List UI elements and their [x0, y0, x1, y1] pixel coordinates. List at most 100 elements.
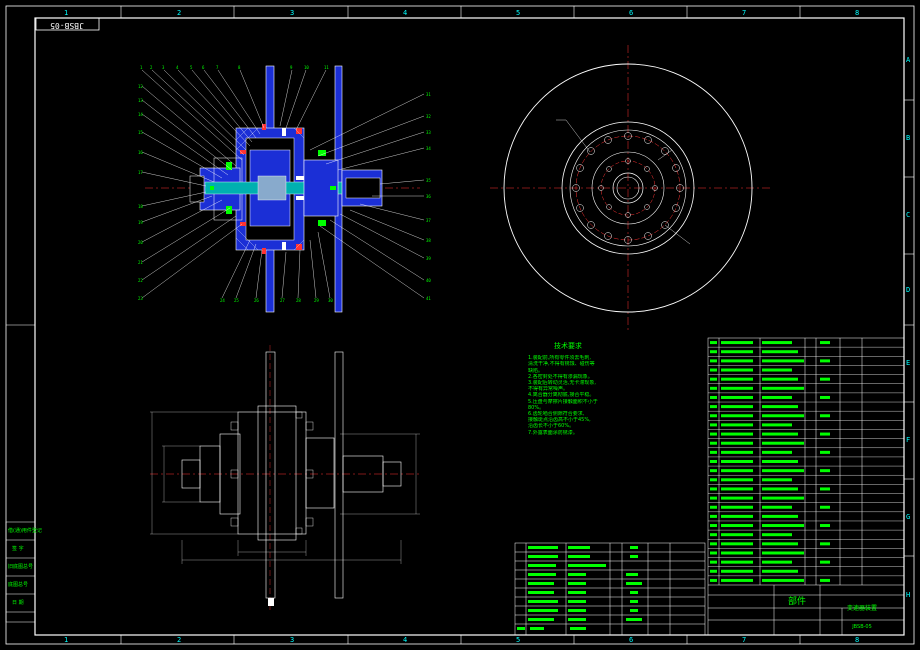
- col-label: 5: [516, 9, 520, 17]
- side-label: 日 期: [12, 600, 24, 606]
- bom-cell-mark: [710, 359, 717, 363]
- bom-cell-mark: [820, 578, 830, 582]
- svg-text:10: 10: [304, 65, 309, 70]
- svg-text:8: 8: [238, 65, 241, 70]
- svg-text:15: 15: [138, 130, 143, 135]
- bom-cell-mark: [721, 487, 753, 491]
- bom-cell-mark: [820, 505, 830, 509]
- bom-cell-mark: [762, 350, 798, 354]
- bom-cell-mark: [710, 514, 717, 518]
- bom-cell-mark: [762, 487, 798, 491]
- col-label: 7: [742, 636, 746, 644]
- bom-cell-mark: [710, 551, 717, 555]
- bom-cell-mark: [762, 441, 804, 445]
- bom-cell-mark: [710, 524, 717, 528]
- bom-cell-mark: [762, 359, 804, 363]
- technical-requirements: 技术要求 1.装配前,所有零件须去毛刺, 清洗干净,不得有锈蚀、碰伤等 缺陷。 …: [528, 342, 608, 436]
- bom-cell-mark: [762, 386, 804, 390]
- bom-cell-mark: [721, 524, 753, 528]
- bom-cell-mark: [721, 405, 753, 409]
- bom-cell-mark: [710, 533, 717, 537]
- title-block-assembly-name: 变速器装置: [847, 604, 877, 612]
- side-label: 借(通)用件登记: [8, 527, 42, 534]
- svg-text:26: 26: [254, 298, 259, 303]
- bom-cell-mark: [721, 377, 753, 381]
- bom-cell-mark: [721, 368, 753, 372]
- bom-cell-mark: [762, 514, 798, 518]
- bom-cell-mark: [721, 514, 753, 518]
- bom-cell-mark: [710, 405, 717, 409]
- front-view: [150, 345, 420, 610]
- tech-line: 5.压盘与摩擦片接触面积不小于: [528, 398, 598, 405]
- bom-cell-mark: [710, 460, 717, 463]
- bom-cell-mark: [710, 414, 717, 418]
- end-view: [490, 45, 770, 330]
- svg-text:14: 14: [138, 112, 143, 117]
- bom-cell-mark: [710, 505, 717, 509]
- svg-text:30: 30: [328, 298, 333, 303]
- bom-cell-mark: [721, 560, 753, 564]
- svg-text:9: 9: [290, 65, 293, 70]
- bom-cell-mark: [820, 560, 830, 564]
- svg-text:21: 21: [138, 260, 143, 265]
- svg-text:27: 27: [280, 298, 285, 303]
- svg-text:40: 40: [426, 278, 431, 283]
- bom-cell-mark: [762, 432, 798, 436]
- svg-text:25: 25: [234, 298, 239, 303]
- col-label: 3: [290, 9, 294, 17]
- bom-cell-mark: [710, 478, 717, 482]
- bom-cell-mark: [762, 395, 792, 399]
- bom-cell-mark: [762, 578, 804, 582]
- svg-text:3: 3: [162, 65, 165, 70]
- bom-cell-mark: [721, 359, 753, 363]
- svg-text:17: 17: [138, 170, 143, 175]
- bom-cell-mark: [721, 542, 753, 546]
- svg-text:33: 33: [426, 130, 431, 135]
- bom-cell-mark: [820, 414, 830, 418]
- side-label: 旧底图总号: [8, 563, 33, 570]
- bom-cell-mark: [820, 359, 830, 363]
- svg-text:18: 18: [138, 204, 143, 209]
- bom-cell-mark: [721, 469, 753, 473]
- bom-cell-mark: [721, 450, 753, 454]
- bom-cell-mark: [721, 569, 753, 573]
- bom-cell-mark: [762, 569, 798, 573]
- bom-cell-mark: [710, 423, 717, 427]
- svg-text:23: 23: [138, 296, 143, 301]
- bom-cell-mark: [710, 386, 717, 390]
- bom-cell-mark: [820, 469, 830, 473]
- drawing-sheet: 1 2 3 4 5 6 7 8 1 2 3 4 5 6 7 8 A B C D …: [5, 5, 915, 645]
- col-label: 6: [629, 636, 633, 644]
- col-label: 4: [403, 9, 407, 17]
- bom-cell-mark: [721, 350, 753, 354]
- col-label: 2: [177, 636, 181, 644]
- bom-cell-mark: [721, 533, 753, 537]
- row-label: F: [906, 436, 910, 444]
- bom-cell-mark: [721, 423, 753, 427]
- bom-cell-mark: [762, 533, 792, 537]
- col-label: 8: [855, 636, 859, 644]
- bom-cell-mark: [710, 432, 717, 436]
- row-label: B: [906, 134, 910, 142]
- row-label: G: [906, 513, 910, 521]
- col-label: 4: [403, 636, 407, 644]
- bom-cell-mark: [820, 450, 830, 454]
- bom-cell-mark: [762, 460, 798, 463]
- svg-text:41: 41: [426, 296, 431, 301]
- bom-cell-mark: [762, 405, 798, 409]
- svg-text:38: 38: [426, 238, 431, 243]
- bom-cell-mark: [762, 496, 804, 500]
- svg-text:34: 34: [426, 146, 431, 151]
- bom-cell-mark: [820, 524, 830, 528]
- svg-text:32: 32: [426, 114, 431, 119]
- bom-cell-mark: [762, 377, 798, 381]
- svg-text:24: 24: [220, 298, 225, 303]
- tech-line: 7.外露表面涂防锈漆。: [528, 429, 578, 436]
- title-block-code: JBSB-05: [851, 624, 872, 630]
- col-label: 1: [64, 9, 68, 17]
- col-label: 1: [64, 636, 68, 644]
- svg-text:16: 16: [138, 150, 143, 155]
- col-label: 3: [290, 636, 294, 644]
- svg-text:4: 4: [176, 65, 179, 70]
- svg-text:7: 7: [216, 65, 219, 70]
